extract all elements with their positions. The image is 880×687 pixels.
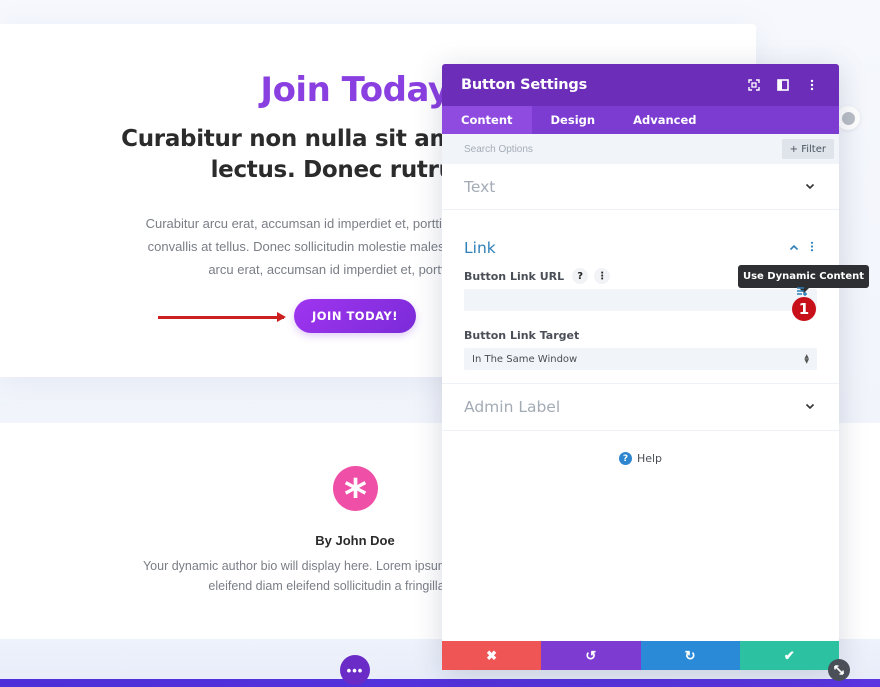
save-button[interactable]: ✔ (739, 641, 839, 670)
chevron-down-icon (803, 181, 817, 193)
tab-advanced[interactable]: Advanced (614, 106, 715, 134)
field-kebab-icon[interactable]: ⋮ (594, 268, 611, 284)
redo-button[interactable]: ↻ (640, 641, 740, 670)
step-number-badge: 1 (792, 297, 816, 321)
button-link-target-select[interactable]: In The Same Window ▲ ▼ (464, 348, 817, 370)
button-link-target-value: In The Same Window (472, 353, 578, 365)
tab-content[interactable]: Content (442, 106, 532, 134)
text-group-toggle[interactable]: Text (442, 164, 839, 209)
kebab-menu-icon[interactable] (804, 77, 820, 93)
help-link[interactable]: ? Help (442, 452, 839, 465)
resize-handle[interactable] (828, 659, 850, 681)
link-group-toggle[interactable]: Link (442, 210, 839, 270)
row-settings-handle[interactable] (836, 106, 860, 130)
chevron-down-icon (803, 401, 817, 413)
admin-label-group: Admin Label (442, 384, 839, 431)
asterisk-icon: * (343, 469, 367, 521)
author-avatar: * (333, 466, 378, 517)
help-label: Help (636, 452, 663, 465)
focus-icon[interactable] (746, 77, 762, 93)
undo-button[interactable]: ↺ (541, 641, 641, 670)
cancel-button[interactable]: ✖ (442, 641, 542, 670)
modal-footer: ✖ ↺ ↻ ✔ (442, 641, 839, 670)
admin-label-group-title: Admin Label (464, 397, 561, 416)
modal-title: Button Settings (461, 77, 588, 93)
link-group: Link Button Link URL ? ⋮ Button Link Tar… (442, 210, 839, 384)
admin-label-group-toggle[interactable]: Admin Label (442, 384, 839, 429)
chevron-up-icon (787, 242, 801, 254)
search-options-input[interactable] (464, 143, 782, 155)
split-view-icon[interactable] (775, 77, 791, 93)
dynamic-content-icon[interactable] (796, 286, 808, 296)
filter-button[interactable]: + Filter (781, 139, 834, 159)
select-arrows-icon: ▲ ▼ (804, 353, 809, 365)
group-kebab-icon[interactable] (807, 241, 817, 255)
modal-tabs: Content Design Advanced (442, 106, 839, 134)
help-question-icon[interactable]: ? (572, 268, 589, 284)
button-link-url-input[interactable] (464, 289, 817, 311)
more-options-button[interactable]: ••• (340, 655, 370, 685)
help-icon: ? (618, 452, 632, 465)
text-group: Text (442, 164, 839, 210)
modal-header[interactable]: Button Settings (442, 64, 839, 106)
button-link-target-label: Button Link Target (464, 328, 580, 342)
annotation-arrow (158, 312, 286, 322)
button-link-url-label-text: Button Link URL (464, 269, 565, 283)
join-today-button[interactable]: JOIN TODAY! (294, 299, 416, 333)
footer-section-edge (0, 679, 880, 687)
dynamic-content-tooltip: Use Dynamic Content (738, 265, 869, 293)
text-group-title: Text (464, 177, 496, 196)
globe-icon (841, 111, 855, 125)
button-settings-modal: Button Settings Content Design Advanced … (442, 64, 839, 670)
tab-design[interactable]: Design (532, 106, 615, 134)
search-row: + Filter (442, 134, 839, 164)
link-group-title: Link (464, 239, 496, 257)
